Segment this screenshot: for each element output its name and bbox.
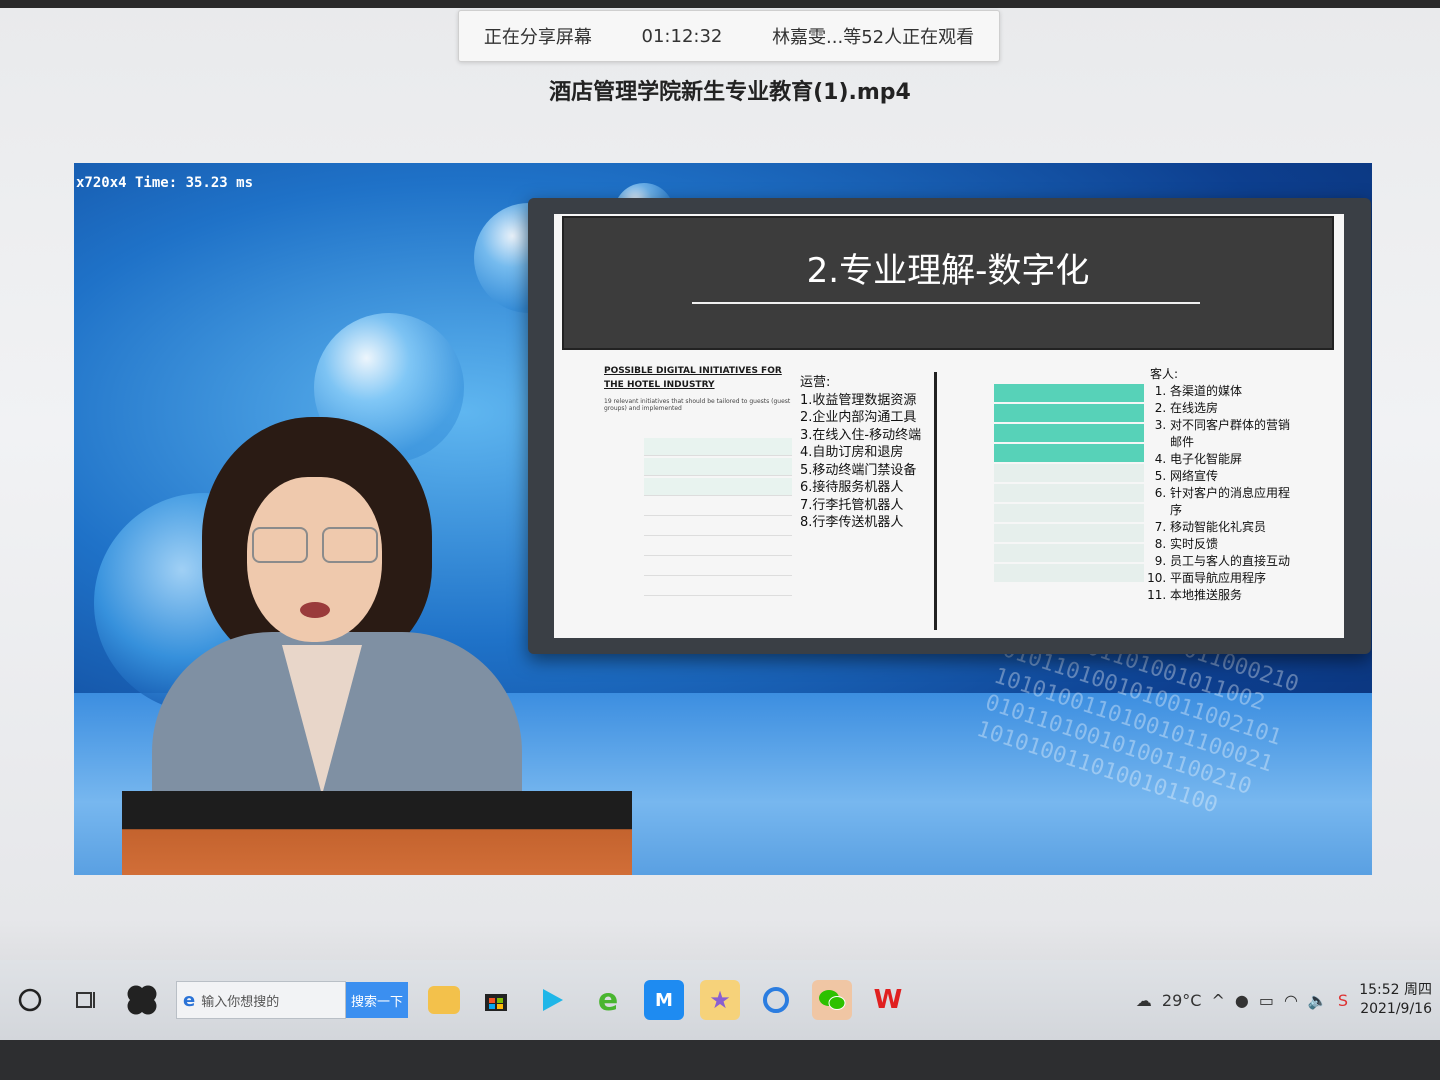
list-item: 1.收益管理数据资源 <box>800 392 917 408</box>
list-item: 实时反馈 <box>1170 536 1300 553</box>
render-time-overlay: x720x4 Time: 35.23 ms <box>76 175 254 191</box>
search-input[interactable]: e 输入你想搜的 <box>176 981 346 1019</box>
task-view-icon[interactable] <box>66 980 106 1020</box>
volume-icon[interactable]: 🔈 <box>1308 991 1328 1010</box>
table-row <box>644 478 792 496</box>
store-icon[interactable] <box>476 980 516 1020</box>
operations-list: 运营: 1.收益管理数据资源 2.企业内部沟通工具 3.在线入住-移动终端 4.… <box>800 374 926 532</box>
slide-header: 2.专业理解-数字化 <box>562 216 1334 350</box>
network-icon[interactable]: ▭ <box>1259 991 1274 1010</box>
table-row <box>994 544 1144 562</box>
taskbar: e 输入你想搜的 搜索一下 e M ★ W ☁ 29°C ^ ● ▭ ◠ 🔈 S… <box>0 960 1440 1040</box>
guest-label: 客人: <box>1150 367 1179 381</box>
initiatives-table <box>644 438 792 598</box>
weather-icon[interactable]: ☁ <box>1136 991 1152 1010</box>
wifi-icon[interactable]: ◠ <box>1284 991 1298 1010</box>
presenter <box>152 417 532 802</box>
start-circle-icon[interactable] <box>10 980 50 1020</box>
operations-label: 运营: <box>800 375 831 390</box>
list-item: 6.接待服务机器人 <box>800 480 904 495</box>
ie-icon: e <box>183 989 196 1011</box>
list-item: 2.企业内部沟通工具 <box>800 410 917 425</box>
search-placeholder: 输入你想搜的 <box>201 994 280 1010</box>
system-tray: ☁ 29°C ^ ● ▭ ◠ 🔈 S 15:52 周四 2021/9/16 <box>1136 981 1440 1019</box>
pinwheel-app-icon[interactable] <box>122 980 162 1020</box>
table-row <box>994 464 1144 482</box>
table-row <box>644 498 792 516</box>
table-row <box>644 518 792 536</box>
initiatives-heading: POSSIBLE DIGITAL INITIATIVES FOR THE HOT… <box>604 366 782 390</box>
table-row <box>644 458 792 476</box>
guest-list: 客人: 各渠道的媒体 在线选房 对不同客户群体的营销邮件 电子化智能屏 网络宣传… <box>1150 366 1300 604</box>
share-elapsed-time: 01:12:32 <box>641 25 723 47</box>
table-row <box>644 538 792 556</box>
list-item: 移动智能化礼宾员 <box>1170 519 1300 536</box>
presenter-mouth <box>300 602 330 618</box>
monitor-bottom-bezel <box>0 1040 1440 1080</box>
list-item: 5.移动终端门禁设备 <box>800 462 917 478</box>
refresh-browser-icon[interactable] <box>756 980 796 1020</box>
list-item: 网络宣传 <box>1170 468 1300 485</box>
studio-screen: 2.专业理解-数字化 POSSIBLE DIGITAL INITIATIVES … <box>528 198 1371 654</box>
table-row <box>994 384 1144 402</box>
table-row <box>994 564 1144 582</box>
slide-title: 2.专业理解-数字化 <box>806 251 1090 291</box>
list-item: 对不同客户群体的营销邮件 <box>1170 417 1300 451</box>
initiatives-subtitle: 19 relevant initiatives that should be t… <box>604 398 791 412</box>
list-item: 员工与客人的直接互动 <box>1170 553 1300 570</box>
list-item: 在线选房 <box>1170 400 1300 417</box>
glasses-icon <box>322 527 378 563</box>
clock[interactable]: 15:52 周四 2021/9/16 <box>1358 981 1432 1019</box>
studio-desk <box>122 791 632 875</box>
file-explorer-icon[interactable] <box>428 986 460 1014</box>
table-row <box>644 438 792 456</box>
clock-date: 2021/9/16 <box>1360 1001 1432 1017</box>
table-row <box>994 404 1144 422</box>
column-divider <box>934 372 937 630</box>
table-row <box>644 578 792 596</box>
browser-e-icon[interactable]: e <box>588 980 628 1020</box>
weather-temperature[interactable]: 29°C <box>1162 991 1202 1010</box>
list-item: 8.行李传送机器人 <box>800 515 904 530</box>
list-item: 针对客户的消息应用程序 <box>1170 485 1300 519</box>
video-player[interactable]: 0101101001010011000210101010011010010110… <box>74 163 1372 875</box>
user-icon[interactable]: ● <box>1235 991 1249 1010</box>
table-row <box>994 504 1144 522</box>
star-app-icon[interactable]: ★ <box>700 980 740 1020</box>
table-row <box>994 484 1144 502</box>
table-row <box>994 524 1144 542</box>
table-row <box>994 444 1144 462</box>
guest-initiatives-table <box>994 384 1144 584</box>
search-button[interactable]: 搜索一下 <box>346 982 408 1018</box>
glasses-icon <box>252 527 308 563</box>
list-item: 电子化智能屏 <box>1170 451 1300 468</box>
monitor-top-bezel <box>0 0 1440 8</box>
table-row <box>644 558 792 576</box>
list-item: 各渠道的媒体 <box>1170 383 1300 400</box>
list-item: 本地推送服务 <box>1170 587 1300 604</box>
list-item: 平面导航应用程序 <box>1170 570 1300 587</box>
list-item: 7.行李托管机器人 <box>800 497 904 513</box>
table-row <box>994 424 1144 442</box>
wechat-icon[interactable] <box>812 980 852 1020</box>
title-underline <box>692 302 1200 304</box>
viewer-count[interactable]: 林嘉雯...等52人正在观看 <box>772 23 974 49</box>
list-item: 3.在线入住-移动终端 <box>800 427 922 443</box>
video-title: 酒店管理学院新生专业教育(1).mp4 <box>549 80 911 105</box>
chevron-up-icon[interactable]: ^ <box>1211 991 1224 1010</box>
video-player-icon[interactable] <box>532 980 572 1020</box>
clock-time: 15:52 周四 <box>1359 982 1432 998</box>
presentation-slide: 2.专业理解-数字化 POSSIBLE DIGITAL INITIATIVES … <box>554 214 1344 638</box>
list-item: 4.自助订房和退房 <box>800 445 904 460</box>
wps-icon[interactable]: W <box>868 980 908 1020</box>
input-method-icon[interactable]: S <box>1338 991 1348 1010</box>
meeting-app-icon[interactable]: M <box>644 980 684 1020</box>
share-status: 正在分享屏幕 <box>483 27 592 48</box>
screen-share-bar[interactable]: 正在分享屏幕 01:12:32 林嘉雯...等52人正在观看 <box>458 10 1000 62</box>
